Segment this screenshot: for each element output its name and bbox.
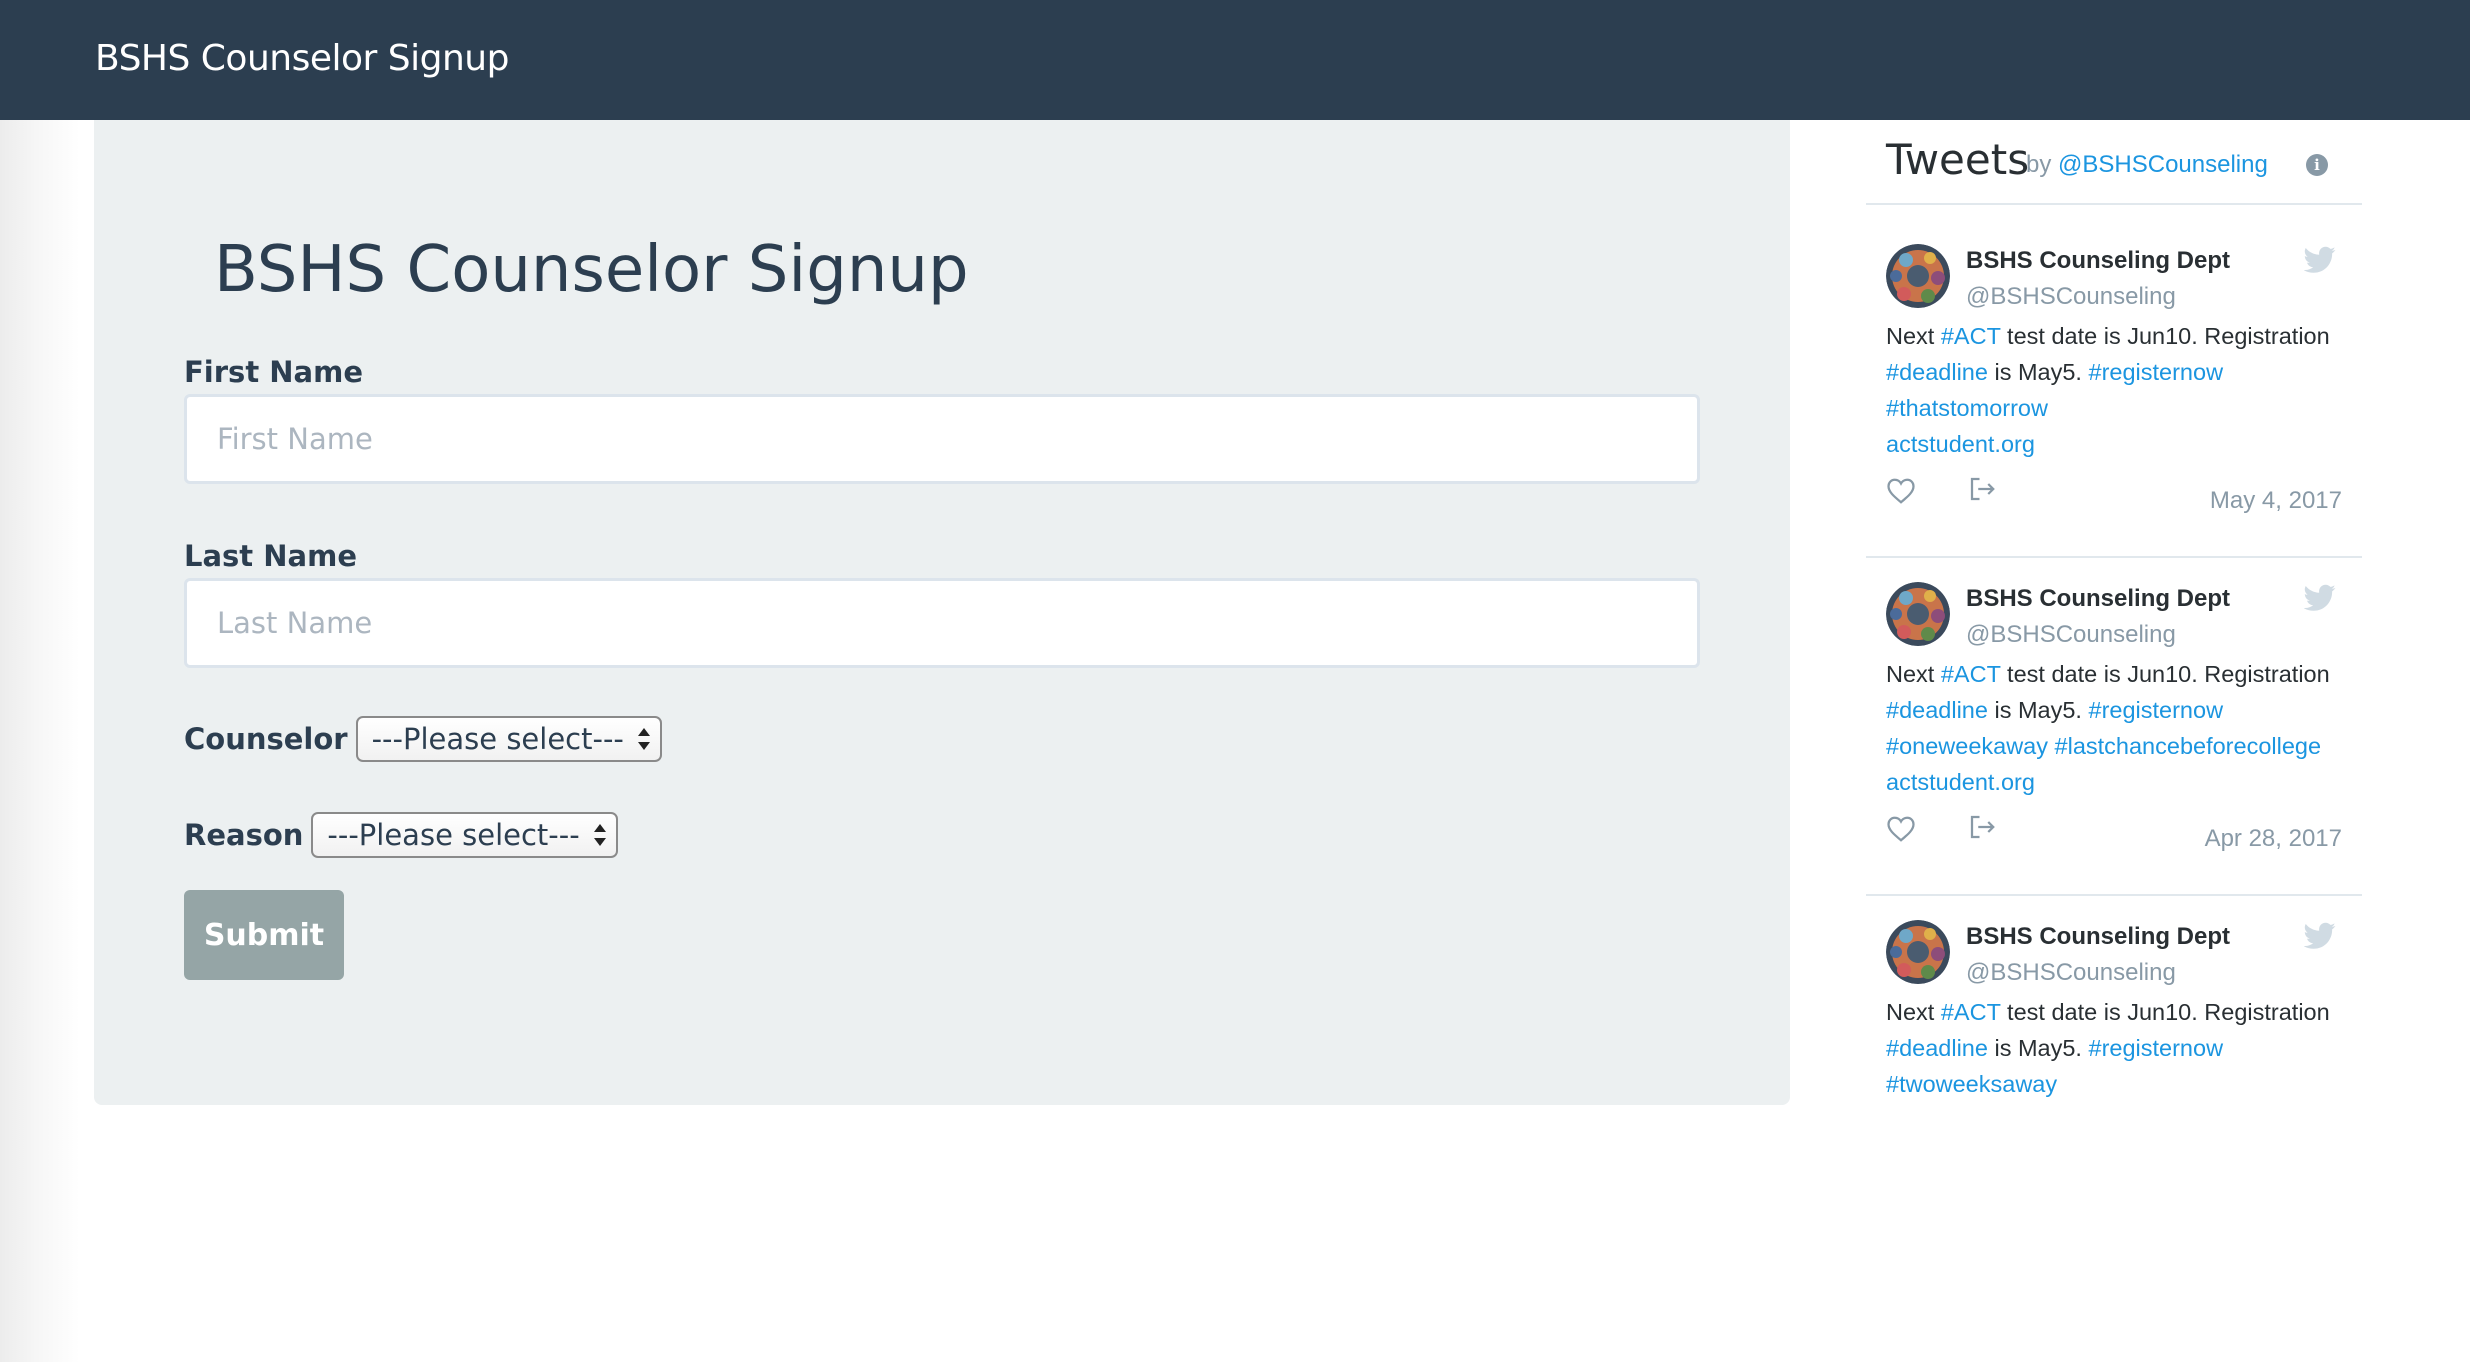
tweet-link[interactable]: #registernow: [2089, 697, 2224, 723]
tweet-text-segment: Next: [1886, 999, 1941, 1025]
tweet-author-name[interactable]: BSHS Counseling Dept: [1966, 584, 2230, 614]
submit-button[interactable]: Submit: [184, 890, 344, 980]
tweet-text-line: actstudent.org: [1886, 426, 2356, 462]
left-edge-shadow: [0, 120, 80, 1362]
share-icon[interactable]: [1966, 474, 1998, 504]
tweet-date[interactable]: May 4, 2017: [2210, 486, 2342, 516]
timeline-account-link[interactable]: @BSHSCounseling: [2058, 151, 2268, 178]
tweet-author-name[interactable]: BSHS Counseling Dept: [1966, 922, 2230, 952]
tweet[interactable]: BSHS Counseling Dept @BSHSCounseling Nex…: [1866, 896, 2362, 1234]
tweet-text-segment: Next: [1886, 661, 1941, 687]
tweet-date[interactable]: Apr 28, 2017: [2205, 824, 2342, 854]
tweet-link[interactable]: #registernow: [2089, 359, 2224, 385]
tweet-text-line: #thatstomorrow: [1886, 390, 2356, 426]
avatar[interactable]: [1886, 244, 1950, 308]
counselor-selected-value: ---Please select---: [371, 722, 624, 756]
tweet-link[interactable]: actstudent.org: [1886, 769, 2035, 795]
tweet-text-line: actstudent.org: [1886, 764, 2356, 800]
tweet-text-line: #deadline is May5. #registernow: [1886, 354, 2356, 390]
tweet-author-handle[interactable]: @BSHSCounseling: [1966, 620, 2176, 650]
tweet-link[interactable]: #deadline: [1886, 359, 1988, 385]
tweet-text-segment: is May5.: [1987, 697, 2089, 723]
tweet-text: Next #ACT test date is Jun10. Registrati…: [1886, 318, 2356, 462]
navbar-brand[interactable]: BSHS Counselor Signup: [95, 36, 509, 82]
tweet-text-segment: is May5.: [1987, 359, 2089, 385]
twitter-bird-icon[interactable]: [2304, 584, 2336, 612]
reason-select[interactable]: ---Please select---: [311, 812, 618, 858]
tweet-text-segment: test date is Jun10. Registration: [2000, 323, 2330, 349]
avatar[interactable]: [1886, 582, 1950, 646]
reason-row: Reason ---Please select---: [184, 812, 618, 858]
last-name-label: Last Name: [184, 539, 357, 573]
heart-icon[interactable]: [1886, 814, 1916, 844]
timeline-title: Tweets: [1886, 135, 2030, 184]
tweet-link[interactable]: #twoweeksaway: [1886, 1071, 2057, 1097]
tweet-text-segment: test date is Jun10. Registration: [2000, 999, 2330, 1025]
counselor-row: Counselor ---Please select---: [184, 716, 662, 762]
tweet-link[interactable]: #ACT: [1941, 661, 2001, 687]
page-title: BSHS Counselor Signup: [214, 233, 969, 307]
tweet-text-segment: is May5.: [1987, 1035, 2089, 1061]
reason-selected-value: ---Please select---: [327, 818, 580, 852]
tweet-link[interactable]: #registernow: [2089, 1035, 2224, 1061]
reason-label: Reason: [184, 818, 304, 852]
tweet-text: Next #ACT test date is Jun10. Registrati…: [1886, 656, 2356, 800]
divider: [1866, 203, 2362, 205]
tweet-text-line: #twoweeksaway: [1886, 1066, 2356, 1102]
share-icon[interactable]: [1966, 812, 1998, 842]
tweet-text: Next #ACT test date is Jun10. Registrati…: [1886, 994, 2356, 1102]
tweet-author-handle[interactable]: @BSHSCounseling: [1966, 282, 2176, 312]
tweet-text-line: Next #ACT test date is Jun10. Registrati…: [1886, 656, 2356, 692]
tweet-text-line: #deadline is May5. #registernow: [1886, 1030, 2356, 1066]
counselor-label: Counselor: [184, 722, 348, 756]
first-name-label: First Name: [184, 355, 363, 389]
select-arrows-icon: [593, 824, 606, 846]
tweet-text-line: #deadline is May5. #registernow: [1886, 692, 2356, 728]
tweet-text-segment: Next: [1886, 323, 1941, 349]
tweet-link[interactable]: #deadline: [1886, 697, 1988, 723]
last-name-input[interactable]: [184, 578, 1700, 668]
signup-form-card: BSHS Counselor Signup First Name Last Na…: [94, 120, 1790, 1105]
tweet-link[interactable]: actstudent.org: [1886, 431, 2035, 457]
first-name-input[interactable]: [184, 394, 1700, 484]
tweet-text-line: Next #ACT test date is Jun10. Registrati…: [1886, 994, 2356, 1030]
tweet-link[interactable]: #lastchancebeforecollege: [2055, 733, 2322, 759]
timeline-byline: by @BSHSCounseling: [2026, 150, 2268, 180]
info-icon[interactable]: i: [2306, 154, 2328, 176]
top-navbar: BSHS Counselor Signup: [0, 0, 2470, 120]
tweet-link[interactable]: #deadline: [1886, 1035, 1988, 1061]
tweet[interactable]: BSHS Counseling Dept @BSHSCounseling Nex…: [1866, 220, 2362, 558]
tweet-text-line: Next #ACT test date is Jun10. Registrati…: [1886, 318, 2356, 354]
tweet-author-name[interactable]: BSHS Counseling Dept: [1966, 246, 2230, 276]
tweet-link[interactable]: #ACT: [1941, 999, 2001, 1025]
avatar[interactable]: [1886, 920, 1950, 984]
select-arrows-icon: [637, 728, 650, 750]
heart-icon[interactable]: [1886, 476, 1916, 506]
tweet-link[interactable]: #oneweekaway: [1886, 733, 2048, 759]
counselor-select[interactable]: ---Please select---: [355, 716, 662, 762]
twitter-bird-icon[interactable]: [2304, 922, 2336, 950]
tweet-author-handle[interactable]: @BSHSCounseling: [1966, 958, 2176, 988]
tweet[interactable]: BSHS Counseling Dept @BSHSCounseling Nex…: [1866, 558, 2362, 896]
timeline-by-text: by: [2026, 151, 2052, 178]
tweet-link[interactable]: #thatstomorrow: [1886, 395, 2048, 421]
twitter-timeline: Tweets by @BSHSCounseling i BSHS Counsel…: [1866, 120, 2362, 1220]
tweet-text-line: #oneweekaway #lastchancebeforecollege: [1886, 728, 2356, 764]
tweet-link[interactable]: #ACT: [1941, 323, 2001, 349]
tweet-text-segment: test date is Jun10. Registration: [2000, 661, 2330, 687]
twitter-bird-icon[interactable]: [2304, 246, 2336, 274]
